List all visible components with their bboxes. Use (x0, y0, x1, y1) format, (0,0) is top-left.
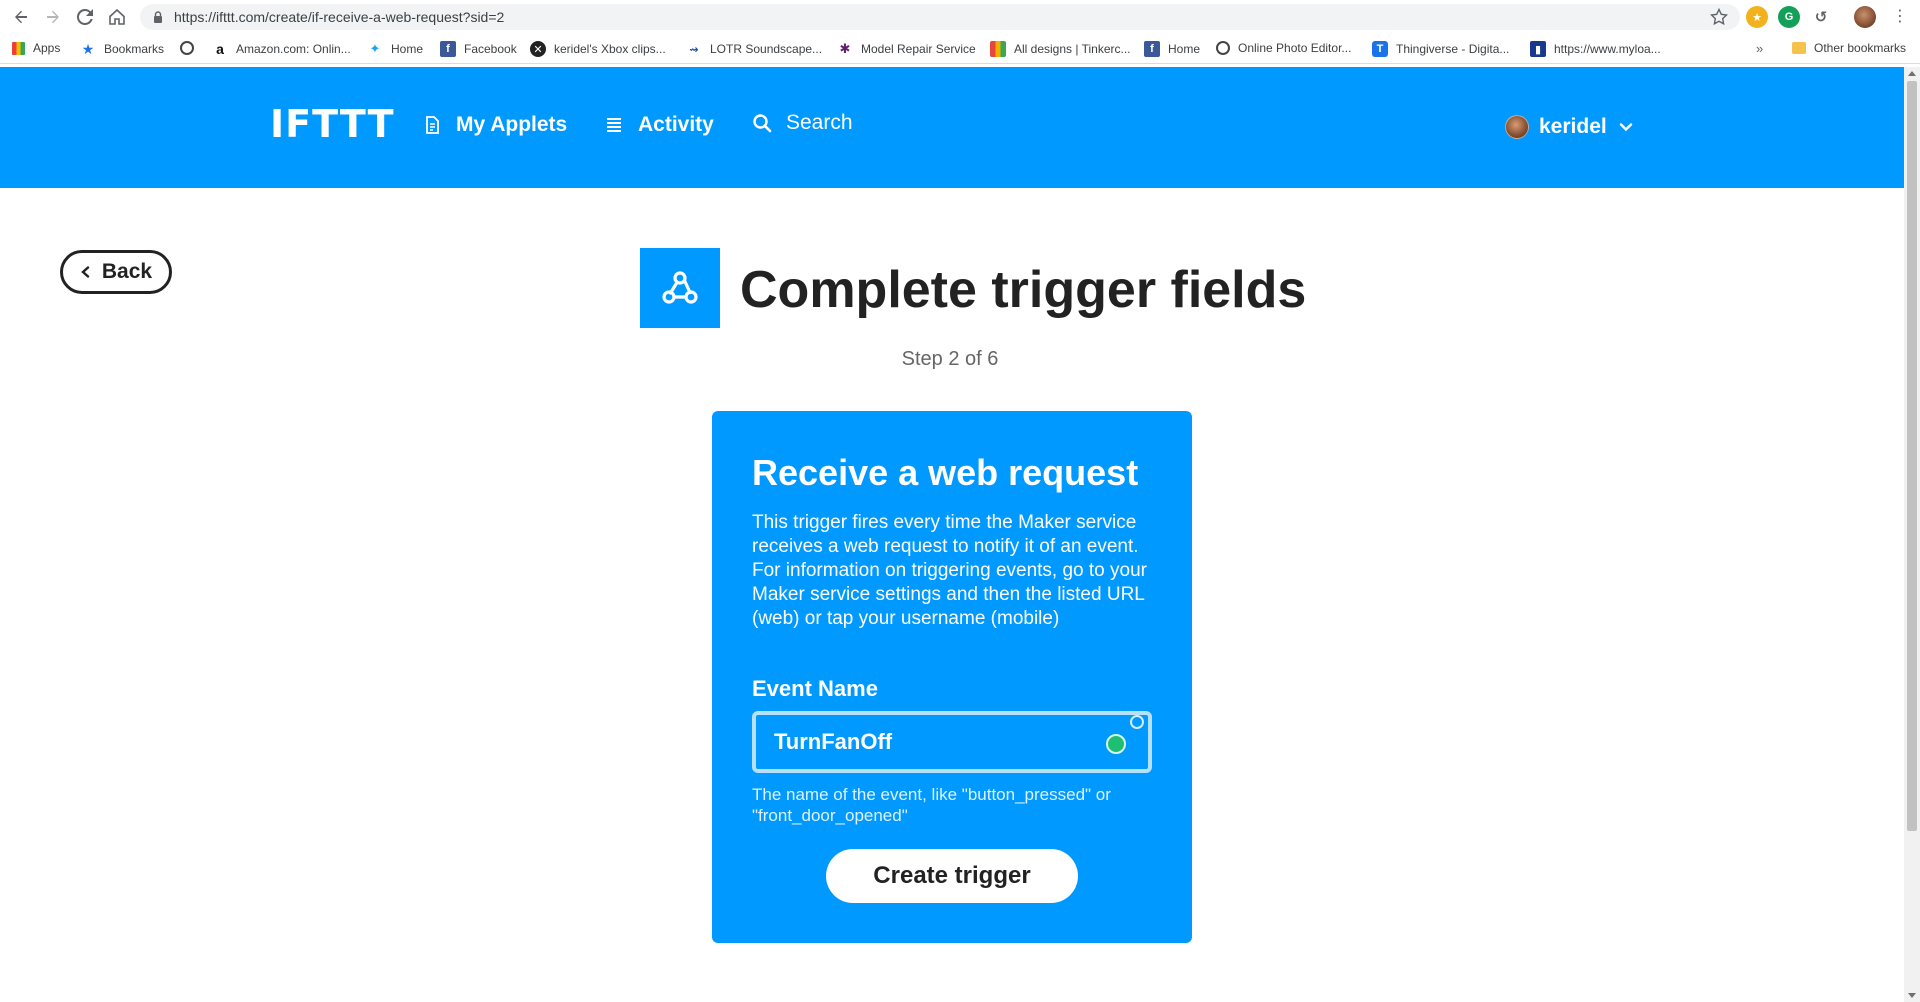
tinkercad-icon (990, 41, 1006, 57)
browser-profile-avatar[interactable] (1854, 6, 1876, 28)
xbox-icon: ✕ (530, 41, 546, 57)
username: keridel (1539, 115, 1607, 138)
scroll-up-arrow-icon[interactable] (1908, 71, 1916, 76)
bookmark-apps[interactable]: Apps (12, 41, 60, 55)
extension-arrow-icon[interactable]: ↺ (1810, 6, 1832, 28)
bookmark-photo-editor[interactable]: Online Photo Editor... (1216, 41, 1351, 55)
facebook-icon: f (1144, 41, 1160, 57)
document-icon (426, 116, 439, 134)
back-button[interactable]: Back (60, 250, 172, 294)
bookmark-model-repair[interactable]: ✱ Model Repair Service (837, 41, 976, 57)
user-menu[interactable]: keridel (1505, 115, 1633, 139)
browser-forward-icon[interactable] (38, 2, 68, 32)
star-icon: ★ (81, 40, 95, 57)
clock-icon (1130, 715, 1144, 729)
lock-icon (154, 11, 162, 23)
thingiverse-icon: T (1372, 41, 1388, 57)
grammarly-extension-icon[interactable]: G (1778, 6, 1800, 28)
bookmark-star-icon[interactable] (1710, 8, 1728, 26)
bookmark-myloan[interactable]: ▮ https://www.myloa... (1530, 41, 1661, 57)
event-name-input[interactable] (752, 711, 1152, 773)
folder-icon (1792, 42, 1806, 54)
amazon-icon: a (216, 41, 224, 57)
browser-menu-icon[interactable]: ⋮ (1890, 6, 1910, 28)
card-title: Receive a web request (752, 452, 1139, 493)
other-bookmarks-folder[interactable]: Other bookmarks (1792, 41, 1906, 55)
webhooks-icon (662, 271, 698, 304)
page-title: Complete trigger fields (740, 261, 1307, 319)
bookmark-tinkercad[interactable]: All designs | Tinkerc... (990, 41, 1131, 57)
scrollbar-thumb[interactable] (1907, 81, 1917, 831)
bookmark-xbox-clips[interactable]: ✕ keridel's Xbox clips... (530, 41, 666, 57)
bookmark-twitter-home[interactable]: ✦ Home (367, 41, 423, 57)
bookmark-thingiverse[interactable]: T Thingiverse - Digita... (1372, 41, 1509, 57)
step-indicator: Step 2 of 6 (901, 348, 999, 370)
webhooks-service-icon (640, 248, 720, 328)
scroll-down-arrow-icon[interactable] (1908, 993, 1916, 998)
extension-icon[interactable]: ★ (1746, 6, 1768, 28)
ifttt-logo[interactable]: IFTTT (270, 105, 395, 143)
nav-activity[interactable]: Activity (604, 113, 714, 137)
bookmarks-overflow-button[interactable]: » (1756, 41, 1763, 56)
twitter-icon: ✦ (369, 41, 381, 56)
bookmark-globe[interactable] (180, 41, 202, 55)
bookmark-amazon[interactable]: a Amazon.com: Onlin... (212, 41, 351, 57)
soundscape-icon: ⇝ (689, 43, 699, 56)
browser-home-icon[interactable] (102, 2, 132, 32)
nav-my-applets[interactable]: My Applets (422, 113, 567, 137)
facebook-icon: f (440, 41, 456, 57)
browser-back-icon[interactable] (6, 2, 36, 32)
browser-toolbar: https://ifttt.com/create/if-receive-a-we… (0, 0, 1920, 33)
apps-grid-icon (12, 41, 25, 55)
myloan-icon: ▮ (1530, 41, 1546, 57)
slack-icon: ✱ (839, 41, 851, 56)
bookmark-lotr-soundscape[interactable]: ⇝ LOTR Soundscape... (686, 41, 822, 57)
browser-reload-icon[interactable] (70, 2, 100, 32)
event-name-label: Event Name (752, 676, 878, 701)
chevron-left-icon (81, 266, 90, 278)
event-name-help: The name of the event, like "button_pres… (752, 785, 1111, 825)
photo-editor-icon (1216, 41, 1230, 55)
bookmarks-bar: Apps ★ Bookmarks a Amazon.com: Onlin... … (0, 34, 1920, 64)
search-icon (753, 114, 772, 133)
grammarly-status-icon[interactable] (1106, 734, 1126, 754)
create-trigger-button[interactable]: Create trigger (826, 849, 1078, 903)
nav-search[interactable]: Search (752, 111, 853, 135)
site-header: IFTTT My Applets Activity Search keridel (0, 67, 1904, 188)
bookmark-facebook[interactable]: f Facebook (440, 41, 517, 57)
card-description: This trigger fires every time the Maker … (752, 512, 1147, 629)
globe-icon (180, 41, 194, 55)
bookmark-bookmarks[interactable]: ★ Bookmarks (80, 41, 164, 57)
chevron-down-icon (1619, 123, 1632, 132)
page-scrollbar[interactable] (1904, 67, 1920, 1002)
url-text: https://ifttt.com/create/if-receive-a-we… (174, 9, 505, 25)
bookmark-facebook-home[interactable]: f Home (1144, 41, 1200, 57)
address-bar[interactable]: https://ifttt.com/create/if-receive-a-we… (140, 4, 1740, 30)
list-icon (607, 118, 621, 132)
trigger-card: Receive a web request This trigger fires… (712, 411, 1192, 943)
avatar (1505, 115, 1529, 139)
